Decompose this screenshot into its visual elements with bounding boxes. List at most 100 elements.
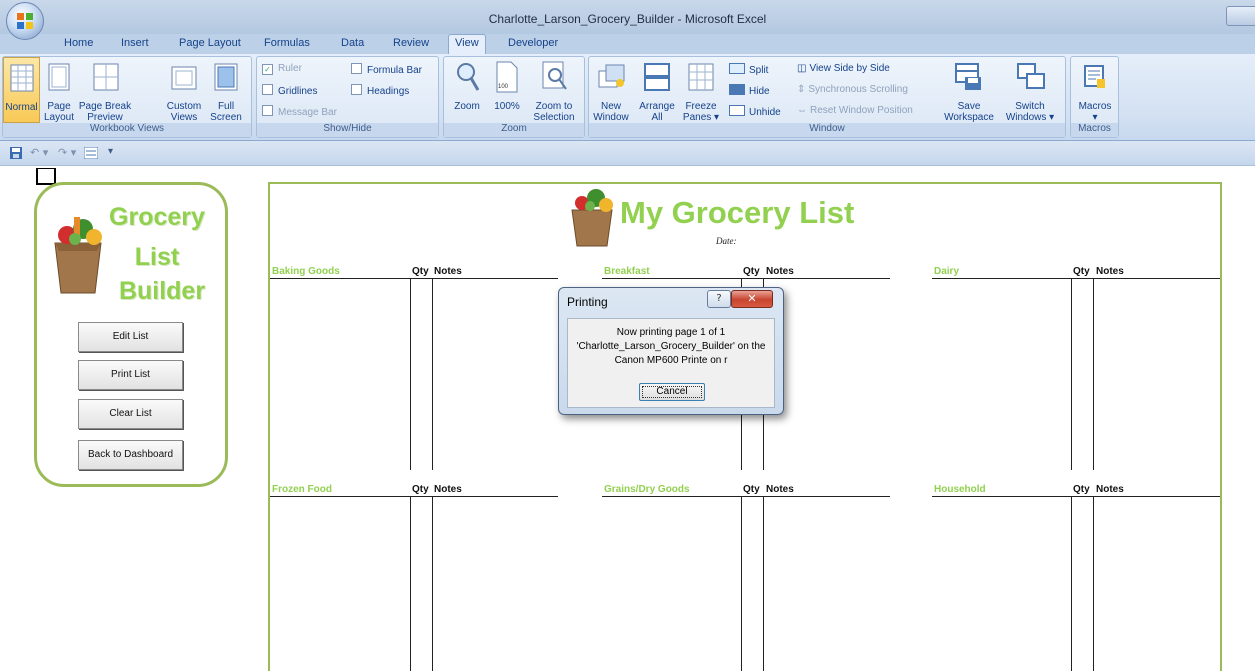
group-show-hide: ✓ Ruler Formula Bar Gridlines Headings Me… — [256, 56, 439, 138]
category-baking-goods: Baking Goods — [272, 266, 340, 277]
split-label: Split — [749, 65, 769, 76]
tab-home[interactable]: Home — [64, 37, 93, 49]
full-screen-label-1: Full — [217, 101, 235, 112]
header-rule — [602, 496, 890, 497]
gridlines-checkbox[interactable]: Gridlines — [262, 84, 317, 97]
zoom-100-label: 100% — [494, 101, 520, 112]
custom-views-button[interactable]: Custom Views — [164, 57, 204, 123]
column-divider — [1093, 496, 1094, 671]
switch-label-1: Switch — [1015, 101, 1045, 112]
custom-views-icon — [171, 66, 197, 90]
ruler-checkbox[interactable]: ✓ Ruler — [262, 63, 302, 75]
qty-header: Qty — [412, 266, 429, 277]
normal-view-button[interactable]: Normal — [3, 57, 40, 123]
group-label-macros: Macros — [1071, 123, 1118, 137]
page-layout-view-button[interactable]: Page Layout — [43, 57, 75, 123]
save-icon[interactable] — [10, 147, 22, 159]
group-zoom: Zoom 100 100% Zoom to Selection Zoom — [443, 56, 585, 138]
clear-list-button[interactable]: Clear List — [78, 399, 183, 429]
reset-position-icon: ⇔ — [797, 105, 807, 116]
tab-view[interactable]: View — [448, 34, 486, 54]
arrange-all-button[interactable]: Arrange All — [637, 57, 677, 123]
notes-header: Notes — [1096, 266, 1124, 277]
switch-windows-button[interactable]: Switch Windows ▾ — [999, 57, 1061, 123]
page-break-label-1: Page Break — [78, 101, 132, 112]
zoom-100-button[interactable]: 100 100% — [489, 57, 525, 123]
zoom-sel-label-2: Selection — [533, 112, 575, 123]
reset-pos-label: Reset Window Position — [810, 105, 913, 116]
macros-button[interactable]: Macros ▾ — [1073, 57, 1117, 123]
category-grains-dry-goods: Grains/Dry Goods — [604, 484, 690, 495]
page-layout-label-2: Layout — [43, 112, 75, 123]
page-layout-label-1: Page — [47, 101, 71, 112]
zoom-to-selection-button[interactable]: Zoom to Selection — [528, 57, 580, 123]
gridlines-label: Gridlines — [278, 86, 318, 97]
office-button[interactable] — [6, 2, 44, 40]
save-ws-label-1: Save — [957, 101, 981, 112]
message-bar-label: Message Bar — [278, 107, 337, 118]
print-list-button[interactable]: Print List — [78, 360, 183, 390]
freeze-panes-button[interactable]: Freeze Panes ▾ — [681, 57, 721, 123]
undo-icon[interactable]: ↶ ▾ — [30, 146, 48, 159]
minimize-button[interactable] — [1226, 6, 1255, 26]
save-ws-label-2: Workspace — [944, 112, 994, 123]
hide-label: Hide — [749, 86, 770, 97]
normal-label: Normal — [5, 102, 38, 113]
help-button[interactable]: ? — [707, 290, 731, 308]
message-bar-checkbox[interactable]: Message Bar — [262, 105, 337, 118]
back-to-dashboard-button[interactable]: Back to Dashboard — [78, 440, 183, 470]
cancel-button[interactable]: Cancel — [639, 383, 705, 401]
sync-scroll-icon: ⇕ — [797, 84, 806, 95]
header-rule — [270, 278, 558, 279]
freeze-label-2: Panes ▾ — [682, 112, 720, 123]
synchronous-scrolling-button[interactable]: ⇕ Synchronous Scrolling — [797, 84, 908, 95]
tab-developer[interactable]: Developer — [508, 37, 558, 49]
tab-insert[interactable]: Insert — [121, 37, 149, 49]
new-window-button[interactable]: New Window — [591, 57, 631, 123]
column-divider — [1093, 278, 1094, 470]
qty-header: Qty — [412, 484, 429, 495]
column-divider — [1071, 278, 1072, 470]
unhide-button[interactable]: Unhide — [729, 105, 781, 118]
customize-qat-arrow[interactable]: ▾ — [108, 146, 113, 157]
notes-header: Notes — [434, 484, 462, 495]
window-title: Charlotte_Larson_Grocery_Builder - Micro… — [488, 12, 767, 26]
save-workspace-icon — [955, 63, 981, 90]
full-screen-button[interactable]: Full Screen — [206, 57, 246, 123]
side-by-side-icon: ◫ — [797, 63, 807, 74]
page-break-preview-button[interactable]: Page Break Preview — [77, 57, 133, 123]
page-layout-icon — [48, 63, 70, 91]
selected-cell[interactable] — [36, 168, 56, 185]
printing-status-line-1: Now printing page 1 of 1 — [616, 327, 726, 338]
save-workspace-button[interactable]: Save Workspace — [941, 57, 997, 123]
tab-page-layout[interactable]: Page Layout — [179, 37, 241, 49]
formula-bar-checkbox[interactable]: Formula Bar — [351, 63, 422, 76]
panel-title-list: List — [134, 243, 180, 271]
view-side-by-side-button[interactable]: ◫ View Side by Side — [797, 63, 890, 74]
zoom-button[interactable]: Zoom — [447, 57, 487, 123]
macros-icon — [1084, 65, 1105, 88]
reset-window-position-button[interactable]: ⇔ Reset Window Position — [797, 105, 913, 116]
close-button[interactable]: ✕ — [731, 290, 773, 308]
header-rule — [932, 496, 1220, 497]
hide-icon — [729, 84, 745, 95]
switch-label-2: Windows ▾ — [1005, 112, 1055, 123]
edit-list-button[interactable]: Edit List — [78, 322, 183, 352]
tab-review[interactable]: Review — [393, 37, 429, 49]
form-icon[interactable] — [84, 147, 98, 159]
page-break-icon — [93, 63, 119, 91]
category-breakfast: Breakfast — [604, 266, 650, 277]
zoom-selection-icon — [542, 61, 567, 90]
arrange-label-2: All — [651, 112, 663, 123]
zoom-sel-label-1: Zoom to — [535, 101, 573, 112]
hide-button[interactable]: Hide — [729, 84, 770, 97]
redo-icon[interactable]: ↷ ▾ — [58, 146, 76, 159]
split-button[interactable]: Split — [729, 63, 768, 76]
notes-header: Notes — [1096, 484, 1124, 495]
qty-header: Qty — [1073, 484, 1090, 495]
tab-formulas[interactable]: Formulas — [264, 37, 310, 49]
office-logo-icon — [17, 13, 33, 29]
tab-data[interactable]: Data — [341, 37, 364, 49]
headings-checkbox[interactable]: Headings — [351, 84, 409, 97]
printing-dialog: Printing ? ✕ Now printing page 1 of 1 'C… — [558, 287, 784, 415]
